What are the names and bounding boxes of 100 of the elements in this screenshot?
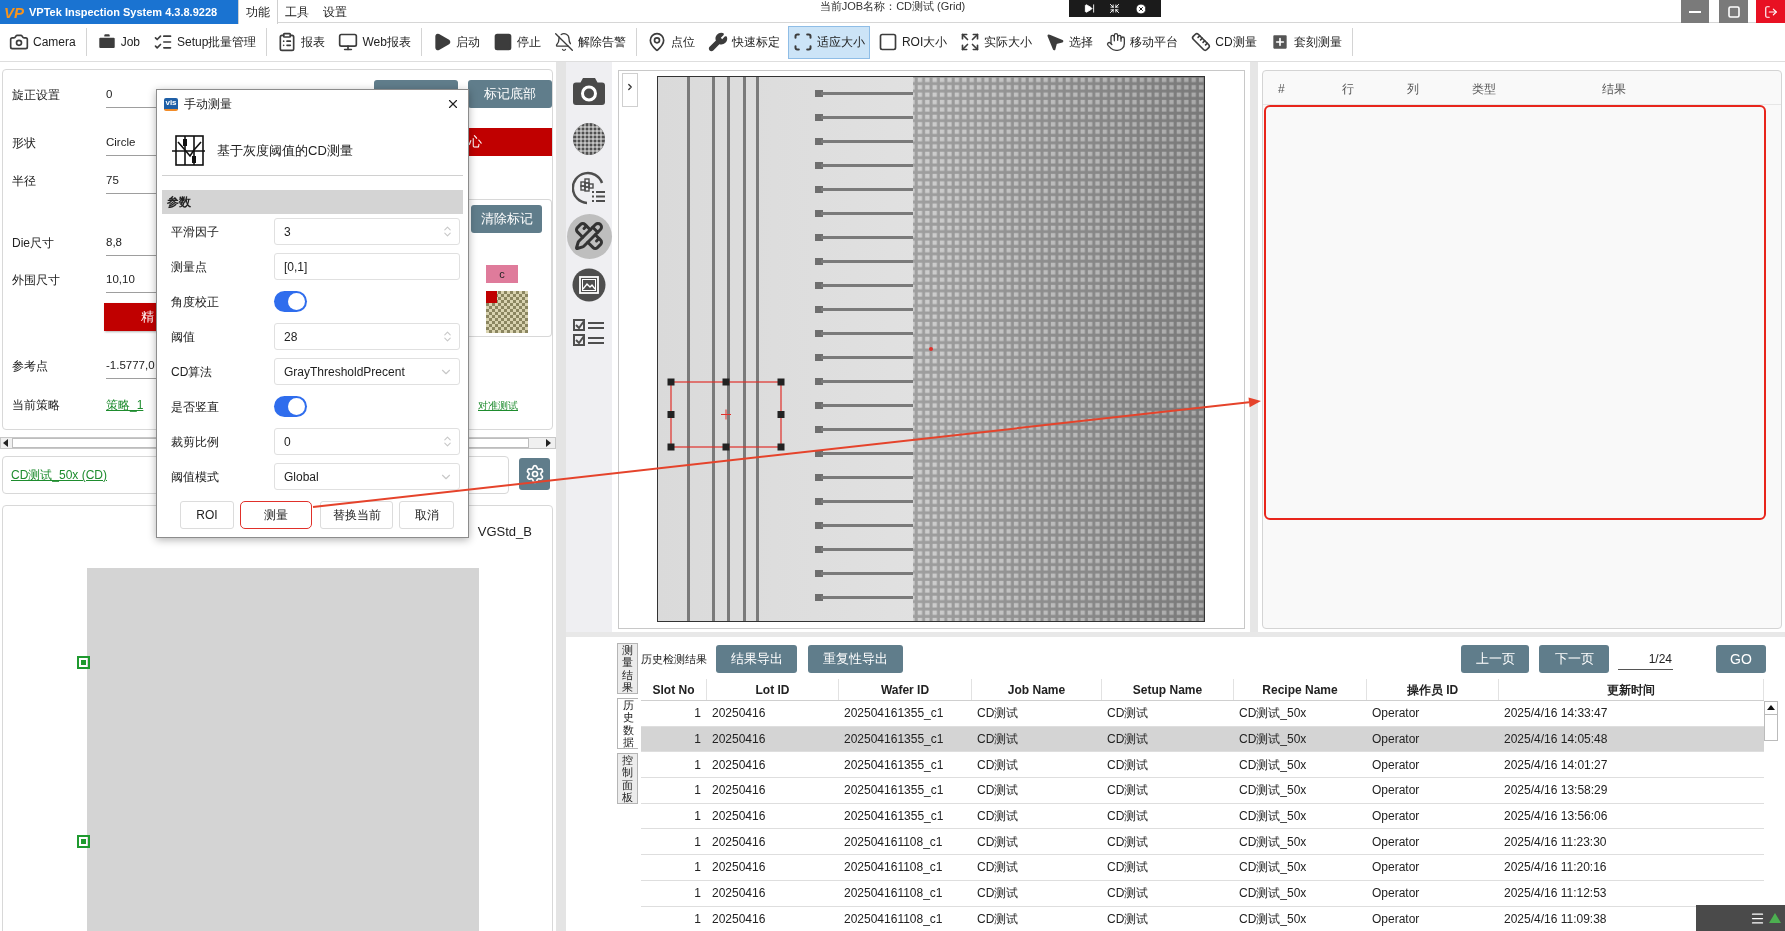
- table-cell-text: 202504161108_c1: [844, 910, 943, 928]
- table-cell-text: CD测试: [1107, 705, 1149, 723]
- param-label: 裁剪比例: [171, 433, 220, 451]
- table-cell-text: Operator: [1372, 833, 1420, 851]
- table-cell-text: 2025/4/16 11:12:53: [1504, 885, 1607, 903]
- table-cell-text: 20250416: [712, 782, 766, 800]
- table-cell-text: 202504161108_c1: [844, 885, 943, 903]
- field-label: Die尺寸: [12, 235, 55, 252]
- table-cell-text: CD测试: [977, 705, 1019, 723]
- section-title: 历史检测结果: [641, 651, 707, 667]
- table-cell-text: 1: [694, 782, 701, 800]
- table-cell-text: CD测试: [977, 756, 1019, 774]
- table-cell-text: Operator: [1372, 885, 1420, 903]
- dialog-heading: 基于灰度阈值的CD测量: [217, 141, 353, 160]
- table-cell-text: CD测试: [977, 859, 1019, 877]
- table-cell-text: CD测试_50x: [1239, 756, 1307, 774]
- table-cell-text: Operator: [1372, 782, 1420, 800]
- param-label: 角度校正: [171, 293, 220, 311]
- app-logo: vis: [164, 97, 178, 111]
- table-cell-text: CD测试: [1107, 833, 1149, 851]
- table-cell-text: 2025/4/16 11:23:30: [1504, 833, 1607, 851]
- table-cell-text: 1: [694, 756, 701, 774]
- param-label: 阈值: [171, 328, 196, 346]
- table-cell-text: 20250416: [712, 731, 766, 749]
- param-label: 测量点: [171, 258, 208, 276]
- table-cell-text: 2025/4/16 14:33:47: [1504, 705, 1608, 723]
- param-label: CD算法: [171, 363, 214, 381]
- job-name-label: 当前JOB名称：CD测试 (Grid): [819, 0, 966, 13]
- table-cell-text: 20250416: [712, 808, 766, 826]
- table-cell-text: 20250416: [712, 885, 766, 903]
- dialog-title: 手动测量: [184, 96, 232, 113]
- layer-label: VGStd_B: [477, 523, 532, 541]
- table-cell-text: 1: [694, 859, 701, 877]
- table-cell-text: 202504161355_c1: [844, 808, 944, 826]
- param-label: 阈值模式: [171, 468, 220, 486]
- table-cell-text: CD测试: [977, 910, 1019, 928]
- column-header: 行: [1342, 81, 1354, 96]
- table-cell-text: CD测试_50x: [1239, 782, 1307, 800]
- table-cell-text: 202504161355_c1: [844, 705, 944, 723]
- column-header: 列: [1407, 81, 1419, 96]
- table-cell-text: Operator: [1372, 705, 1420, 723]
- table-cell-text: Operator: [1372, 859, 1420, 877]
- column-header: #: [1278, 81, 1285, 96]
- table-cell-text: 1: [694, 885, 701, 903]
- table-cell-text: Operator: [1372, 808, 1420, 826]
- logo: VP: [4, 4, 24, 20]
- param-label: 是否竖直: [171, 398, 220, 416]
- field-label: 外围尺寸: [12, 272, 61, 289]
- table-cell-text: 2025/4/16 13:58:29: [1504, 782, 1608, 800]
- table-cell-text: CD测试_50x: [1239, 705, 1307, 723]
- table-cell-text: 20250416: [712, 859, 766, 877]
- field-label: 半径: [12, 173, 37, 190]
- table-cell-text: CD测试: [1107, 859, 1149, 877]
- table-cell-text: CD测试_50x: [1239, 910, 1307, 928]
- table-cell-text: CD测试_50x: [1239, 833, 1307, 851]
- table-cell-text: CD测试: [977, 808, 1019, 826]
- table-cell-text: CD测试: [977, 782, 1019, 800]
- table-cell-text: 2025/4/16 11:20:16: [1504, 859, 1607, 877]
- table-cell-text: CD测试: [1107, 808, 1149, 826]
- table-cell-text: 20250416: [712, 705, 766, 723]
- table-cell-text: Operator: [1372, 756, 1420, 774]
- table-cell-text: Operator: [1372, 731, 1420, 749]
- column-header: 类型: [1472, 81, 1496, 96]
- table-cell-text: 1: [694, 910, 701, 928]
- table-cell-text: 20250416: [712, 756, 766, 774]
- table-cell-text: CD测试: [977, 731, 1019, 749]
- table-cell-text: 202504161108_c1: [844, 833, 943, 851]
- app-title: VPTek Inspection System 4.3.8.9228: [29, 4, 218, 20]
- table-cell-text: 2025/4/16 11:09:38: [1504, 910, 1607, 928]
- field-label: 参考点: [12, 358, 49, 375]
- table-cell-text: 1: [694, 731, 701, 749]
- table-cell-text: 202504161355_c1: [844, 756, 944, 774]
- table-cell-text: 1: [694, 705, 701, 723]
- table-cell-text: 202504161355_c1: [844, 782, 944, 800]
- table-cell-text: Operator: [1372, 910, 1420, 928]
- table-cell-text: CD测试_50x: [1239, 731, 1307, 749]
- section-title: 参数: [167, 194, 191, 211]
- table-cell-text: CD测试_50x: [1239, 859, 1307, 877]
- table-cell-text: CD测试: [977, 885, 1019, 903]
- table-cell-text: 20250416: [712, 910, 766, 928]
- table-cell-text: CD测试_50x: [1239, 808, 1307, 826]
- table-cell-text: 202504161108_c1: [844, 859, 943, 877]
- field-label: 旋正设置: [12, 87, 61, 104]
- table-cell-text: CD测试: [977, 833, 1019, 851]
- table-cell-text: CD测试: [1107, 910, 1149, 928]
- column-header: 结果: [1602, 81, 1626, 96]
- table-cell-text: 202504161355_c1: [844, 731, 944, 749]
- table-cell-text: 2025/4/16 14:05:48: [1504, 731, 1608, 749]
- table-cell-text: CD测试: [1107, 782, 1149, 800]
- field-label: 当前策略: [12, 397, 61, 414]
- table-cell-text: 1: [694, 808, 701, 826]
- table-cell-text: 1: [694, 833, 701, 851]
- table-cell-text: 20250416: [712, 833, 766, 851]
- table-cell-text: 2025/4/16 13:56:06: [1504, 808, 1608, 826]
- table-cell-text: CD测试_50x: [1239, 885, 1307, 903]
- field-label: 形状: [12, 135, 37, 152]
- table-cell-text: CD测试: [1107, 885, 1149, 903]
- table-cell-text: CD测试: [1107, 731, 1149, 749]
- table-cell-text: 2025/4/16 14:01:27: [1504, 756, 1608, 774]
- param-label: 平滑因子: [171, 223, 220, 241]
